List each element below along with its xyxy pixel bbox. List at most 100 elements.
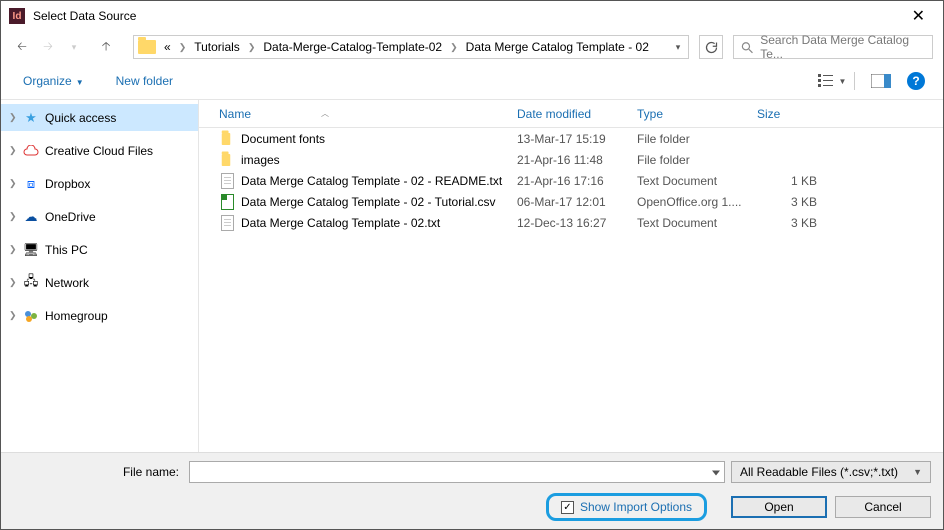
column-header-type[interactable]: Type — [637, 107, 757, 121]
chevron-down-icon: ▼ — [913, 467, 922, 477]
sidebar-item-label: Homegroup — [45, 309, 108, 323]
organize-button[interactable]: Organize▼ — [23, 74, 84, 88]
sidebar-item-quick-access[interactable]: ❯ ★ Quick access — [1, 104, 198, 131]
chevron-right-icon: ❯ — [9, 277, 17, 288]
creative-cloud-icon — [23, 143, 39, 159]
sidebar-item-label: Network — [45, 276, 89, 290]
file-date: 06-Mar-17 12:01 — [517, 195, 637, 209]
breadcrumb-item[interactable]: Tutorials — [192, 40, 242, 54]
this-pc-icon: 🖥 — [23, 242, 39, 258]
file-name: Data Merge Catalog Template - 02.txt — [241, 216, 440, 230]
file-name: Data Merge Catalog Template - 02 - Tutor… — [241, 195, 496, 209]
sort-indicator-icon: ︿ — [321, 108, 329, 119]
file-size: 3 KB — [757, 195, 837, 209]
chevron-right-icon: ❯ — [175, 42, 191, 53]
chevron-right-icon: ❯ — [9, 112, 17, 123]
table-row[interactable]: Data Merge Catalog Template - 02 - Tutor… — [199, 191, 943, 212]
csv-file-icon — [221, 194, 234, 210]
folder-icon — [222, 133, 231, 145]
preview-pane-icon — [871, 74, 891, 88]
help-button[interactable]: ? — [907, 72, 925, 90]
checkbox-icon: ✓ — [561, 501, 574, 514]
file-date: 12-Dec-13 16:27 — [517, 216, 637, 230]
column-header-name[interactable]: Name︿ — [219, 107, 517, 121]
file-date: 13-Mar-17 15:19 — [517, 132, 637, 146]
breadcrumb-ellipsis[interactable]: « — [162, 40, 173, 54]
column-header-date[interactable]: Date modified — [517, 107, 637, 121]
forward-button[interactable]: 🡢 — [37, 36, 59, 58]
chevron-right-icon: ❯ — [446, 42, 462, 53]
window-title: Select Data Source — [33, 9, 902, 23]
search-icon — [740, 40, 754, 55]
open-button[interactable]: Open — [731, 496, 827, 518]
view-icon — [818, 74, 836, 88]
file-name: images — [241, 153, 280, 167]
sidebar-item-this-pc[interactable]: ❯ 🖥 This PC — [1, 236, 198, 263]
table-row[interactable]: images 21-Apr-16 11:48File folder — [199, 149, 943, 170]
file-date: 21-Apr-16 17:16 — [517, 174, 637, 188]
file-size: 1 KB — [757, 174, 837, 188]
file-rows: Document fonts 13-Mar-17 15:19File folder… — [199, 128, 943, 233]
file-type: OpenOffice.org 1.... — [637, 195, 757, 209]
preview-pane-button[interactable] — [865, 70, 897, 92]
main-area: ❯ ★ Quick access ❯ Creative Cloud Files … — [1, 99, 943, 452]
sidebar: ❯ ★ Quick access ❯ Creative Cloud Files … — [1, 100, 199, 452]
network-icon: 🖧 — [23, 275, 39, 291]
search-placeholder: Search Data Merge Catalog Te... — [760, 33, 926, 61]
import-options-label: Show Import Options — [580, 500, 692, 514]
dropbox-icon: ⧈ — [23, 176, 39, 192]
folder-icon — [222, 154, 231, 166]
sidebar-item-label: OneDrive — [45, 210, 96, 224]
navbar: 🡠 🡢 ▾ 🡡 « ❯ Tutorials ❯ Data-Merge-Catal… — [1, 31, 943, 63]
table-row[interactable]: Document fonts 13-Mar-17 15:19File folder — [199, 128, 943, 149]
breadcrumb-item[interactable]: Data Merge Catalog Template - 02 — [464, 40, 651, 54]
up-button[interactable]: 🡡 — [95, 36, 117, 58]
breadcrumb[interactable]: « ❯ Tutorials ❯ Data-Merge-Catalog-Templ… — [133, 35, 689, 59]
file-type: Text Document — [637, 216, 757, 230]
folder-icon — [138, 40, 156, 54]
column-header-size[interactable]: Size — [757, 107, 837, 121]
show-import-options-checkbox[interactable]: ✓ Show Import Options — [546, 493, 707, 521]
filter-label: All Readable Files (*.csv;*.txt) — [740, 465, 898, 479]
divider — [854, 72, 855, 90]
file-size: 3 KB — [757, 216, 837, 230]
sidebar-item-creative-cloud[interactable]: ❯ Creative Cloud Files — [1, 137, 198, 164]
sidebar-item-homegroup[interactable]: ❯ Homegroup — [1, 302, 198, 329]
sidebar-item-dropbox[interactable]: ❯ ⧈ Dropbox — [1, 170, 198, 197]
file-type: Text Document — [637, 174, 757, 188]
file-list: Name︿ Date modified Type Size Document f… — [199, 100, 943, 452]
new-folder-button[interactable]: New folder — [116, 74, 173, 88]
back-button[interactable]: 🡠 — [11, 36, 33, 58]
file-type-filter[interactable]: All Readable Files (*.csv;*.txt) ▼ — [731, 461, 931, 483]
search-input[interactable]: Search Data Merge Catalog Te... — [733, 35, 933, 59]
breadcrumb-item[interactable]: Data-Merge-Catalog-Template-02 — [261, 40, 444, 54]
toolbar: Organize▼ New folder ▼ ? — [1, 63, 943, 99]
text-file-icon — [221, 173, 234, 189]
text-file-icon — [221, 215, 234, 231]
refresh-button[interactable] — [699, 35, 723, 59]
file-name: Data Merge Catalog Template - 02 - READM… — [241, 174, 502, 188]
refresh-icon — [704, 40, 719, 55]
chevron-right-icon: ❯ — [9, 310, 17, 321]
cancel-button[interactable]: Cancel — [835, 496, 931, 518]
onedrive-icon: ☁ — [23, 209, 39, 225]
file-name: Document fonts — [241, 132, 325, 146]
sidebar-item-network[interactable]: ❯ 🖧 Network — [1, 269, 198, 296]
chevron-right-icon: ❯ — [9, 211, 17, 222]
footer: File name: All Readable Files (*.csv;*.t… — [1, 452, 943, 529]
table-row[interactable]: Data Merge Catalog Template - 02 - READM… — [199, 170, 943, 191]
close-button[interactable]: ✕ — [902, 6, 935, 26]
recent-dropdown[interactable]: ▾ — [63, 36, 85, 58]
chevron-right-icon: ❯ — [244, 42, 260, 53]
file-type: File folder — [637, 132, 757, 146]
view-options-button[interactable]: ▼ — [816, 70, 848, 92]
breadcrumb-dropdown[interactable]: ▾ — [670, 42, 686, 53]
file-date: 21-Apr-16 11:48 — [517, 153, 637, 167]
file-type: File folder — [637, 153, 757, 167]
filename-input[interactable] — [189, 461, 725, 483]
chevron-right-icon: ❯ — [9, 145, 17, 156]
filename-label: File name: — [13, 465, 183, 479]
quick-access-icon: ★ — [23, 110, 39, 126]
sidebar-item-onedrive[interactable]: ❯ ☁ OneDrive — [1, 203, 198, 230]
table-row[interactable]: Data Merge Catalog Template - 02.txt 12-D… — [199, 212, 943, 233]
